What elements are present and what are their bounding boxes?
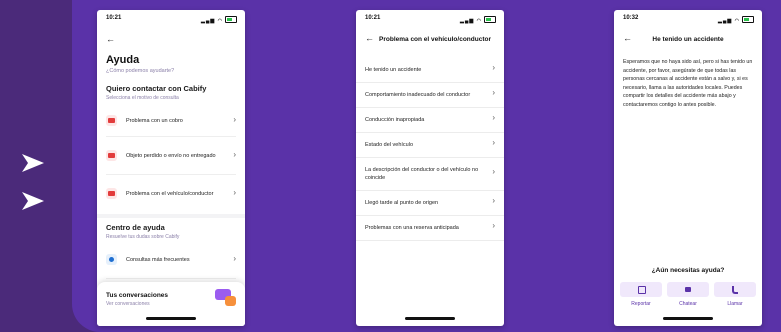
list-item-label: Problemas con una reserva anticipada (365, 225, 459, 231)
chat-icon (685, 287, 691, 292)
question-icon (106, 254, 117, 265)
chevron-right-icon: › (233, 115, 236, 124)
chevron-right-icon: › (233, 254, 236, 263)
contact-item-charge[interactable]: Problema con un cobro › (106, 106, 236, 137)
list-item-label: He tenido un accidente (365, 67, 422, 73)
list-item[interactable]: Problemas con una reserva anticipada › (356, 216, 504, 241)
chat-bubble-icon (225, 296, 236, 306)
phone-screen-accident: 10:32 ▂▄▆ ◠ ← He tenido un accidente Esp… (614, 10, 762, 326)
chat-label: Chatear (679, 301, 697, 307)
list-item[interactable]: He tenido un accidente › (356, 58, 504, 83)
receipt-icon (106, 115, 117, 126)
page-title: Ayuda (106, 54, 140, 66)
home-indicator (146, 317, 196, 320)
status-time: 10:21 (106, 15, 122, 21)
back-arrow-icon[interactable]: ← (106, 34, 115, 44)
car-icon (106, 188, 117, 199)
list-item[interactable]: La descripción del conductor o del vehíc… (356, 158, 504, 191)
contact-item-lost-object[interactable]: Objeto perdido o envío no entregado › (106, 136, 236, 175)
chevron-right-icon: › (233, 188, 236, 197)
list-item-label: La descripción del conductor o del vehíc… (365, 167, 479, 181)
page-title: He tenido un accidente (652, 36, 724, 43)
contact-section-subtitle: Selecciona el motivo de consulta (106, 95, 179, 101)
report-button[interactable]: Reportar (620, 282, 662, 307)
signal-icon: ▂▄▆ ◠ (460, 15, 496, 24)
status-time: 10:21 (365, 15, 381, 21)
conversations-card[interactable]: Tus conversaciones Ver conversaciones (97, 282, 245, 326)
home-indicator (405, 317, 455, 320)
battery-icon (742, 16, 754, 23)
chevron-right-icon: › (233, 150, 236, 159)
status-bar: 10:21 ▂▄▆ ◠ (97, 10, 245, 24)
contact-item-label: Problema con un cobro (126, 118, 183, 124)
accident-message: Esperamos que no haya sido así, pero si … (623, 59, 753, 108)
signal-icon: ▂▄▆ ◠ (718, 15, 754, 24)
signal-icon: ▂▄▆ ◠ (201, 15, 237, 24)
phone-screen-help: 10:21 ▂▄▆ ◠ ← Ayuda ¿Cómo podemos ayudar… (97, 10, 245, 326)
call-label: Llamar (727, 301, 743, 307)
chevron-right-icon: › (492, 138, 495, 147)
battery-icon (225, 16, 237, 23)
list-item-label: Comportamiento inadecuado del conductor (365, 92, 471, 98)
contact-item-vehicle[interactable]: Problema con el vehículo/conductor › (106, 174, 236, 212)
play-arrow-icon (22, 154, 44, 172)
play-arrow-icon (22, 192, 44, 210)
list-item-label: Llegó tarde al punto de origen (365, 200, 439, 206)
phone-icon (732, 286, 738, 294)
chevron-right-icon: › (492, 88, 495, 97)
need-help-question: ¿Aún necesitas ayuda? (651, 267, 725, 274)
chevron-right-icon: › (492, 196, 495, 205)
home-indicator (663, 317, 713, 320)
contact-item-label: Problema con el vehículo/conductor (126, 191, 214, 197)
box-icon (106, 150, 117, 161)
problem-list: He tenido un accidente › Comportamiento i… (356, 58, 504, 241)
battery-icon (484, 16, 496, 23)
page-title: Problema con el vehículo/conductor (379, 36, 491, 43)
contact-section-title: Quiero contactar con Cabify (106, 84, 207, 93)
help-item-label: Consultas más frecuentes (126, 257, 190, 263)
list-item-label: Conducción inapropiada (365, 117, 425, 123)
conversations-link[interactable]: Ver conversaciones (106, 301, 150, 307)
chat-button[interactable]: Chatear (667, 282, 709, 307)
help-actions: Reportar Chatear Llamar (620, 282, 756, 312)
contact-item-label: Objeto perdido o envío no entregado (126, 153, 216, 159)
chevron-right-icon: › (492, 113, 495, 122)
status-bar: 10:32 ▂▄▆ ◠ (614, 10, 762, 24)
page-subtitle: ¿Cómo podemos ayudarte? (106, 68, 175, 74)
list-item[interactable]: Comportamiento inadecuado del conductor › (356, 83, 504, 108)
conversations-title: Tus conversaciones (106, 292, 169, 299)
report-icon (638, 286, 646, 294)
section-divider (97, 214, 245, 218)
report-label: Reportar (631, 301, 651, 307)
status-bar: 10:21 ▂▄▆ ◠ (356, 10, 504, 24)
help-center-title: Centro de ayuda (106, 223, 165, 232)
help-item-faq[interactable]: Consultas más frecuentes › (106, 240, 236, 279)
list-item[interactable]: Conducción inapropiada › (356, 108, 504, 133)
status-time: 10:32 (623, 15, 639, 21)
list-item-label: Estado del vehículo (365, 142, 414, 148)
list-item[interactable]: Estado del vehículo › (356, 133, 504, 158)
list-item[interactable]: Llegó tarde al punto de origen › (356, 191, 504, 216)
call-button[interactable]: Llamar (714, 282, 756, 307)
phone-screen-vehicle-problem: 10:21 ▂▄▆ ◠ ← Problema con el vehículo/c… (356, 10, 504, 326)
chevron-right-icon: › (492, 63, 495, 72)
chevron-right-icon: › (492, 221, 495, 230)
chevron-right-icon: › (492, 167, 495, 176)
